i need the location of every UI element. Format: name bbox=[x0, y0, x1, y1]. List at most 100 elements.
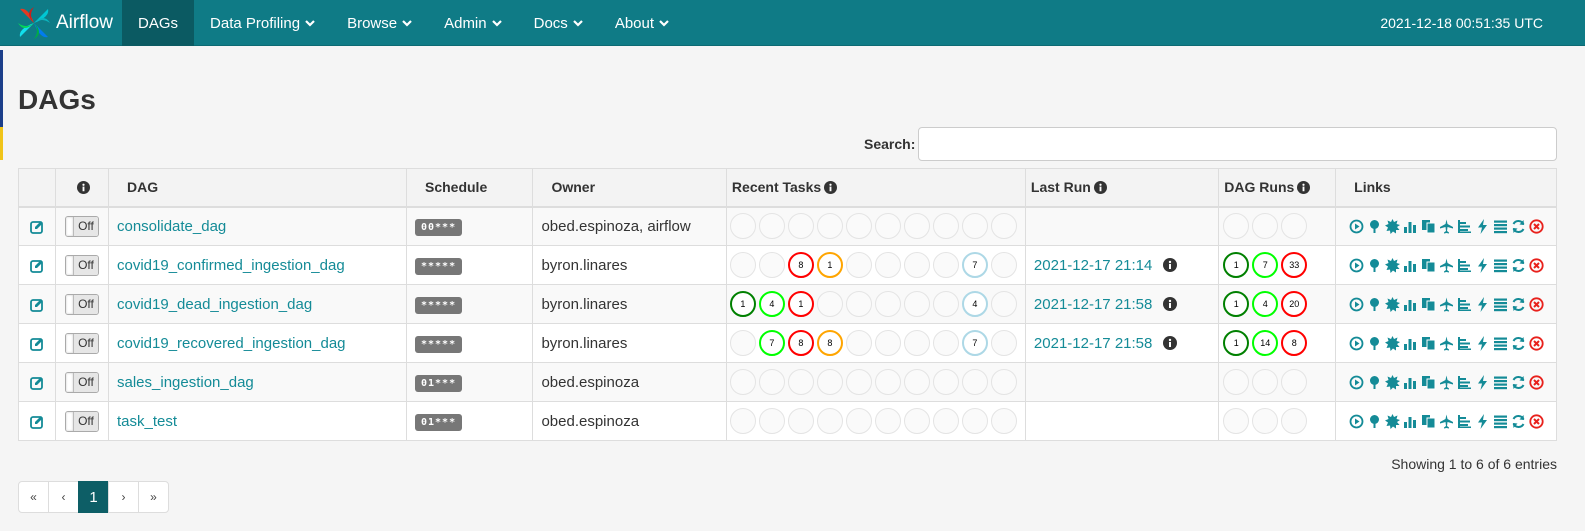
task-state-circle[interactable]: 7 bbox=[961, 330, 988, 356]
trigger-dag-icon[interactable] bbox=[1349, 336, 1364, 351]
task-state-circle[interactable] bbox=[903, 291, 930, 317]
schedule-badge[interactable]: 01*** bbox=[414, 374, 463, 392]
header-dag-runs[interactable]: DAG Runs bbox=[1218, 168, 1337, 208]
schedule-badge[interactable]: 01*** bbox=[414, 413, 463, 431]
task-state-circle[interactable] bbox=[874, 252, 901, 278]
graph-view-icon[interactable] bbox=[1384, 218, 1400, 234]
task-tries-icon[interactable] bbox=[1421, 219, 1436, 234]
pager-page-1-button[interactable]: 1 bbox=[78, 481, 109, 513]
task-duration-icon[interactable] bbox=[1403, 375, 1418, 390]
refresh-icon[interactable] bbox=[1511, 219, 1526, 234]
dag-link[interactable]: covid19_recovered_ingestion_dag bbox=[117, 335, 346, 352]
task-state-circle[interactable] bbox=[787, 408, 814, 434]
header-last-run[interactable]: Last Run bbox=[1024, 168, 1220, 208]
dag-run-circle[interactable] bbox=[1223, 213, 1250, 240]
info-icon[interactable] bbox=[1163, 336, 1178, 350]
task-duration-icon[interactable] bbox=[1403, 297, 1418, 312]
dag-link[interactable]: covid19_confirmed_ingestion_dag bbox=[117, 257, 345, 274]
dag-pause-toggle[interactable]: Off bbox=[65, 215, 99, 237]
pager-first-button[interactable]: « bbox=[18, 481, 49, 513]
task-tries-icon[interactable] bbox=[1421, 336, 1436, 351]
dag-run-circle[interactable] bbox=[1252, 369, 1279, 395]
edit-icon[interactable] bbox=[30, 376, 44, 391]
task-state-circle[interactable] bbox=[729, 252, 756, 278]
task-state-circle[interactable]: 7 bbox=[961, 252, 988, 278]
task-state-circle[interactable] bbox=[903, 213, 930, 240]
task-duration-icon[interactable] bbox=[1403, 336, 1418, 351]
gantt-icon[interactable] bbox=[1457, 336, 1472, 351]
schedule-badge[interactable]: ***** bbox=[414, 257, 463, 275]
nav-item-data-profiling[interactable]: Data Profiling bbox=[194, 0, 331, 46]
dag-run-circle[interactable]: 14 bbox=[1252, 330, 1279, 356]
info-icon[interactable] bbox=[824, 181, 838, 195]
delete-dag-icon[interactable] bbox=[1528, 335, 1544, 351]
task-state-circle[interactable]: 1 bbox=[816, 252, 843, 278]
task-state-circle[interactable] bbox=[990, 252, 1017, 278]
info-icon[interactable] bbox=[1163, 297, 1178, 311]
header-dag[interactable]: DAG bbox=[108, 168, 407, 208]
landing-times-icon[interactable] bbox=[1439, 336, 1454, 351]
logs-icon[interactable] bbox=[1493, 219, 1508, 234]
task-state-circle[interactable] bbox=[729, 369, 756, 395]
dag-run-circle[interactable]: 8 bbox=[1281, 330, 1308, 356]
header-owner[interactable]: Owner bbox=[532, 168, 727, 208]
info-icon[interactable] bbox=[1297, 181, 1311, 195]
task-state-circle[interactable] bbox=[990, 408, 1017, 434]
edit-icon[interactable] bbox=[30, 220, 44, 235]
task-state-circle[interactable] bbox=[816, 291, 843, 317]
refresh-icon[interactable] bbox=[1511, 414, 1526, 429]
brand[interactable]: Airflow bbox=[14, 0, 113, 46]
dag-link[interactable]: consolidate_dag bbox=[117, 218, 226, 235]
task-duration-icon[interactable] bbox=[1403, 219, 1418, 234]
task-state-circle[interactable] bbox=[932, 252, 959, 278]
task-state-circle[interactable] bbox=[932, 369, 959, 395]
schedule-badge[interactable]: ***** bbox=[414, 335, 463, 353]
landing-times-icon[interactable] bbox=[1439, 258, 1454, 273]
dag-run-circle[interactable] bbox=[1281, 213, 1308, 240]
gantt-icon[interactable] bbox=[1457, 297, 1472, 312]
edit-icon[interactable] bbox=[30, 298, 44, 313]
landing-times-icon[interactable] bbox=[1439, 219, 1454, 234]
task-state-circle[interactable] bbox=[729, 213, 756, 240]
edit-icon[interactable] bbox=[30, 337, 44, 352]
dag-run-circle[interactable]: 1 bbox=[1223, 252, 1250, 278]
dag-run-circle[interactable] bbox=[1223, 369, 1250, 395]
last-run-link[interactable]: 2021-12-17 21:58 bbox=[1034, 335, 1152, 352]
nav-item-about[interactable]: About bbox=[599, 0, 685, 46]
task-state-circle[interactable] bbox=[729, 408, 756, 434]
delete-dag-icon[interactable] bbox=[1528, 413, 1544, 429]
task-state-circle[interactable] bbox=[961, 213, 988, 240]
logs-icon[interactable] bbox=[1493, 414, 1508, 429]
dag-run-circle[interactable] bbox=[1223, 408, 1250, 434]
dag-run-circle[interactable] bbox=[1281, 408, 1308, 434]
tree-view-icon[interactable] bbox=[1367, 258, 1382, 273]
task-state-circle[interactable] bbox=[874, 213, 901, 240]
pager-next-button[interactable]: › bbox=[108, 481, 139, 513]
task-state-circle[interactable]: 8 bbox=[816, 330, 843, 356]
gantt-icon[interactable] bbox=[1457, 219, 1472, 234]
dag-link[interactable]: task_test bbox=[117, 413, 177, 430]
dag-link[interactable]: sales_ingestion_dag bbox=[117, 374, 254, 391]
dag-pause-toggle[interactable]: Off bbox=[65, 293, 99, 315]
task-state-circle[interactable] bbox=[816, 213, 843, 240]
info-icon[interactable] bbox=[77, 181, 90, 195]
dag-pause-toggle[interactable]: Off bbox=[65, 254, 99, 276]
task-state-circle[interactable] bbox=[816, 408, 843, 434]
refresh-icon[interactable] bbox=[1511, 258, 1526, 273]
dag-run-circle[interactable] bbox=[1252, 408, 1279, 434]
trigger-dag-icon[interactable] bbox=[1349, 375, 1364, 390]
dag-pause-toggle[interactable]: Off bbox=[65, 332, 99, 354]
refresh-icon[interactable] bbox=[1511, 375, 1526, 390]
task-state-circle[interactable] bbox=[845, 408, 872, 434]
header-recent-tasks[interactable]: Recent Tasks bbox=[725, 168, 1026, 208]
tree-view-icon[interactable] bbox=[1367, 297, 1382, 312]
code-view-icon[interactable] bbox=[1475, 218, 1490, 234]
code-view-icon[interactable] bbox=[1475, 335, 1490, 351]
graph-view-icon[interactable] bbox=[1384, 257, 1400, 273]
task-state-circle[interactable] bbox=[729, 330, 756, 356]
landing-times-icon[interactable] bbox=[1439, 297, 1454, 312]
graph-view-icon[interactable] bbox=[1384, 413, 1400, 429]
task-state-circle[interactable] bbox=[903, 369, 930, 395]
task-state-circle[interactable]: 7 bbox=[758, 330, 785, 356]
task-state-circle[interactable] bbox=[903, 408, 930, 434]
